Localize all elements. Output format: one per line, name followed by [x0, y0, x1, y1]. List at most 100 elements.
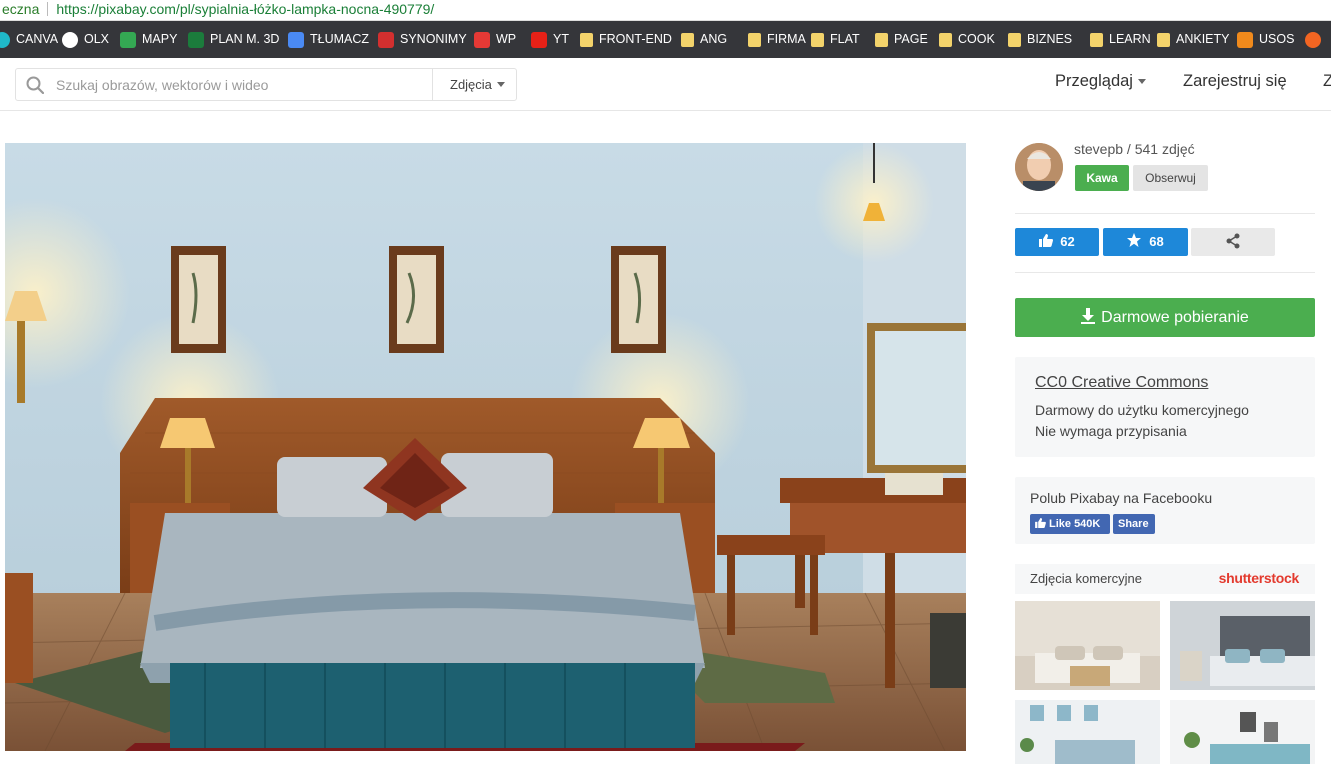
commercial-title: Zdjęcia komercyjne: [1030, 571, 1142, 586]
bookmark-firma[interactable]: FIRMA: [748, 21, 806, 58]
license-line-1: Darmowy do użytku komercyjnego: [1035, 402, 1249, 418]
bookmark-label: LEARN: [1109, 32, 1151, 46]
site-header: Zdjęcia Przeglądaj Zarejestruj się Z: [0, 58, 1331, 111]
bookmark-cook[interactable]: COOK: [939, 21, 995, 58]
author-separator: /: [1123, 141, 1135, 157]
like-button[interactable]: 62: [1015, 228, 1099, 256]
star-icon: [1127, 233, 1142, 247]
address-url[interactable]: https://pixabay.com/pl/sypialnia-łóżko-l…: [56, 1, 434, 17]
bookmark-tłumacz[interactable]: TŁUMACZ: [288, 21, 369, 58]
author-name[interactable]: stevepb: [1074, 141, 1123, 157]
chevron-down-icon: [1137, 79, 1146, 84]
folder-icon: [939, 32, 952, 47]
license-box: CC0 Creative Commons Darmowy do użytku k…: [1015, 357, 1315, 457]
bookmark-page[interactable]: PAGE: [875, 21, 928, 58]
favorite-button[interactable]: 68: [1103, 228, 1188, 256]
share-icon: [1226, 233, 1240, 249]
bookmark-ankiety[interactable]: ANKIETY: [1157, 21, 1230, 58]
bookmark-flat[interactable]: FLAT: [811, 21, 860, 58]
folder-icon: [875, 32, 888, 47]
bookmark-mapy[interactable]: MAPY: [120, 21, 177, 58]
share-button[interactable]: [1191, 228, 1275, 256]
divider: [1015, 213, 1315, 214]
bookmark-plan-m-3d[interactable]: PLAN M. 3D: [188, 21, 279, 58]
bookmark-extra[interactable]: [1305, 21, 1327, 58]
nav-browse[interactable]: Przeglądaj: [1055, 72, 1146, 91]
facebook-like-label: Like 540K: [1049, 518, 1101, 530]
shutterstock-logo[interactable]: shutterstock: [1219, 570, 1300, 586]
bookmark-canva[interactable]: CANVA: [0, 21, 58, 58]
folder-icon: [681, 32, 694, 47]
follow-button[interactable]: Obserwuj: [1133, 165, 1208, 191]
folder-icon: [748, 32, 761, 47]
facebook-like-button[interactable]: Like 540K: [1030, 514, 1110, 534]
search-input[interactable]: [56, 75, 436, 95]
bedroom-thumb-image: [1015, 601, 1160, 690]
bookmark-label: BIZNES: [1027, 32, 1073, 46]
bookmark-synonimy[interactable]: SYNONIMY: [378, 21, 467, 58]
bookmark-front-end[interactable]: FRONT-END: [580, 21, 672, 58]
google-translate-icon: [288, 31, 304, 48]
nav-register[interactable]: Zarejestruj się: [1183, 72, 1287, 91]
author-info: stevepb / 541 zdjęć: [1074, 141, 1195, 157]
planner-icon: [188, 31, 204, 48]
search-icon[interactable]: [26, 76, 44, 94]
bookmarks-bar: CANVA OLX MAPY PLAN M. 3D TŁUMACZ SYNONIMY WP Y…: [0, 21, 1331, 58]
media-type-label: Zdjęcia: [450, 77, 492, 92]
license-link[interactable]: CC0 Creative Commons: [1035, 374, 1208, 392]
usos-icon: [1237, 31, 1253, 48]
bedroom-photo: [5, 143, 966, 751]
commercial-thumb-2[interactable]: [1170, 601, 1315, 690]
bookmark-biznes[interactable]: BIZNES: [1008, 21, 1072, 58]
bookmark-label: ANKIETY: [1176, 32, 1230, 46]
license-line-2: Nie wymaga przypisania: [1035, 423, 1187, 439]
author-photo-count[interactable]: 541 zdjęć: [1135, 141, 1195, 157]
bookmark-label: TŁUMACZ: [310, 32, 370, 46]
facebook-title: Polub Pixabay na Facebooku: [1030, 490, 1213, 506]
favorite-count: 68: [1149, 234, 1164, 249]
bookmark-olx[interactable]: OLX: [62, 21, 109, 58]
bookmark-label: PAGE: [894, 32, 928, 46]
download-button[interactable]: Darmowe pobieranie: [1015, 298, 1315, 337]
facebook-box: Polub Pixabay na Facebooku Like 540K Sha…: [1015, 477, 1315, 544]
bookmark-label: MAPY: [142, 32, 178, 46]
folder-icon: [1157, 32, 1170, 47]
bookmark-label: ANG: [700, 32, 728, 46]
address-bar[interactable]: eczna https://pixabay.com/pl/sypialnia-łó…: [0, 0, 1331, 21]
chevron-down-icon: [496, 82, 505, 87]
canva-icon: [0, 31, 10, 48]
bookmark-yt[interactable]: YT: [531, 21, 569, 58]
bookmark-label: COOK: [958, 32, 995, 46]
author-avatar[interactable]: [1015, 143, 1063, 191]
address-divider: [47, 2, 49, 16]
synonimy-icon: [378, 31, 394, 48]
folder-icon: [811, 32, 824, 47]
commercial-thumb-4[interactable]: [1170, 700, 1315, 764]
commercial-thumb-1[interactable]: [1015, 601, 1160, 690]
bookmark-label: SYNONIMY: [400, 32, 467, 46]
bedroom-thumb-image: [1015, 700, 1160, 764]
bookmark-label: FLAT: [830, 32, 860, 46]
download-icon: [1081, 308, 1096, 324]
thumbs-up-icon: [1035, 518, 1046, 528]
commercial-thumb-3[interactable]: [1015, 700, 1160, 764]
facebook-share-button[interactable]: Share: [1113, 514, 1155, 534]
nav-browse-label: Przeglądaj: [1055, 72, 1133, 90]
media-type-select[interactable]: Zdjęcia: [432, 69, 518, 100]
bookmark-label: YT: [553, 32, 569, 46]
download-label: Darmowe pobieranie: [1101, 309, 1249, 326]
nav-login[interactable]: Z: [1323, 72, 1331, 91]
wp-icon: [474, 31, 490, 48]
google-maps-icon: [120, 31, 136, 48]
main-photo[interactable]: [5, 143, 966, 751]
bookmark-label: PLAN M. 3D: [210, 32, 280, 46]
bookmark-usos[interactable]: USOS: [1237, 21, 1294, 58]
olx-icon: [62, 31, 78, 48]
bookmark-label: FIRMA: [767, 32, 806, 46]
coffee-button[interactable]: Kawa: [1075, 165, 1129, 191]
bookmark-learn[interactable]: LEARN: [1090, 21, 1151, 58]
folder-icon: [1008, 32, 1021, 47]
user-photo-icon: [1015, 143, 1063, 191]
bookmark-wp[interactable]: WP: [474, 21, 516, 58]
bookmark-ang[interactable]: ANG: [681, 21, 727, 58]
